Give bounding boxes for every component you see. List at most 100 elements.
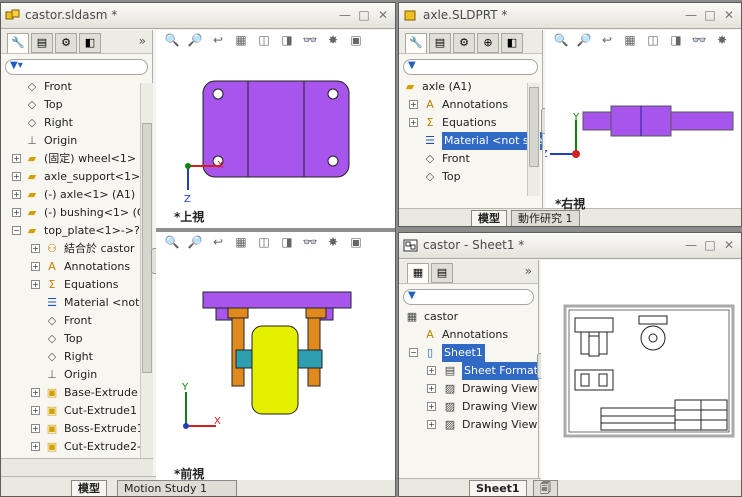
add-sheet-icon[interactable]: 🗐	[533, 480, 558, 496]
configuration-tab[interactable]: ⚙	[453, 33, 475, 53]
tree-item[interactable]: ◇ Right	[1, 114, 152, 132]
tree-item[interactable]: + A Annotations	[1, 258, 152, 276]
display-tab[interactable]: ◧	[79, 33, 101, 53]
sheet-canvas[interactable]	[541, 260, 741, 480]
tree-item[interactable]: + ▣ Base-Extrude	[1, 384, 152, 402]
expand-toggle[interactable]: +	[12, 154, 21, 163]
tree-item[interactable]: + ▣ Boss-Extrude1	[1, 420, 152, 438]
minimize-button[interactable]: —	[337, 7, 353, 23]
horizontal-scrollbar[interactable]	[1, 458, 153, 476]
title-bar[interactable]: castor - Sheet1 * — □ ✕	[399, 233, 741, 259]
maximize-button[interactable]: □	[702, 237, 718, 253]
right-viewport[interactable]: 🔍🔎↩▦◫◨👓✸ Y Z *右視	[545, 30, 741, 211]
tree-item[interactable]: ◇ Front	[1, 78, 152, 96]
tree-item[interactable]: ◇ Top	[1, 330, 152, 348]
maximize-button[interactable]: □	[702, 7, 718, 23]
tree-item[interactable]: ⊥ Origin	[1, 366, 152, 384]
tab-motion-study[interactable]: 動作研究 1	[511, 210, 580, 226]
tree-item[interactable]: + ▰ axle_support<1>	[1, 168, 152, 186]
expand-toggle[interactable]: +	[31, 442, 40, 451]
tree-item[interactable]: + ▣ Cut-Extrude2-	[1, 438, 152, 456]
expand-toggle[interactable]: +	[31, 424, 40, 433]
configuration-tab[interactable]: ⚙	[55, 33, 77, 53]
tree-item-label: 結合於 castor	[64, 242, 135, 255]
chevron-right-icon[interactable]: »	[525, 264, 532, 278]
expand-toggle[interactable]: +	[427, 402, 436, 411]
tree-item[interactable]: + ▨ Drawing View3	[399, 416, 538, 434]
property-tab[interactable]: ▤	[31, 33, 53, 53]
tree-item[interactable]: ◇ Front	[1, 312, 152, 330]
maximize-button[interactable]: □	[356, 7, 372, 23]
feature-tree: ▦ castor A Annotations − ▯ Sheet1 + ▤ Sheet Forma…	[399, 308, 538, 434]
tree-item[interactable]: ◇ Right	[1, 348, 152, 366]
front-viewport[interactable]: 🔍 🔎 ↩ ▦ ◫ ◨ 👓 ✸ ▣ Y X *前視	[156, 232, 395, 481]
feature-tree-tab[interactable]: ▦	[407, 263, 429, 283]
expand-toggle[interactable]: +	[31, 244, 40, 253]
tree-item[interactable]: ◇ Front	[399, 150, 542, 168]
property-tab[interactable]: ▤	[429, 33, 451, 53]
expand-toggle[interactable]: +	[31, 388, 40, 397]
tab-motion-study[interactable]: Motion Study 1	[117, 480, 237, 496]
feature-tree-tab[interactable]: 🔧	[7, 33, 29, 53]
tree-item[interactable]: + ▰ (-) bushing<1> (C	[1, 204, 152, 222]
axle-part-window: axle.SLDPRT * — □ ✕ 🔧 ▤ ⚙ ⊕ ◧ ▼ ▰ axle (A…	[398, 2, 742, 227]
expand-toggle[interactable]: +	[31, 406, 40, 415]
tree-item-label: Drawing View3	[462, 418, 539, 431]
tree-item[interactable]: ☰ Material <not spe	[399, 132, 542, 150]
expand-toggle[interactable]: +	[427, 366, 436, 375]
expand-toggle[interactable]: +	[12, 190, 21, 199]
tree-item[interactable]: + Σ Equations	[1, 276, 152, 294]
close-button[interactable]: ✕	[375, 7, 391, 23]
panel-tabs: ▦ ▤ »	[399, 260, 538, 284]
tree-item[interactable]: ◇ Top	[1, 96, 152, 114]
collapse-toggle[interactable]: −	[409, 348, 418, 357]
minimize-button[interactable]: —	[683, 7, 699, 23]
expand-toggle[interactable]: +	[427, 384, 436, 393]
tab-sheet1[interactable]: Sheet1	[469, 480, 527, 496]
expand-toggle[interactable]: +	[409, 100, 418, 109]
filter-input[interactable]: ▼▾	[5, 59, 148, 75]
expand-toggle[interactable]: +	[12, 208, 21, 217]
tree-item-label: Material <not	[64, 296, 140, 309]
expand-toggle[interactable]: +	[31, 280, 40, 289]
tree-item[interactable]: − ▯ Sheet1	[399, 344, 538, 362]
vertical-scrollbar[interactable]	[527, 83, 540, 196]
tab-model[interactable]: 模型	[471, 210, 507, 226]
tree-item[interactable]: A Annotations	[399, 326, 538, 344]
tree-item[interactable]: + ▣ Cut-Extrude1	[1, 402, 152, 420]
expand-toggle[interactable]: +	[427, 420, 436, 429]
tree-item[interactable]: ▦ castor	[399, 308, 538, 326]
property-tab[interactable]: ▤	[431, 263, 453, 283]
tree-item[interactable]: + ▨ Drawing View1	[399, 380, 538, 398]
tree-item[interactable]: + Σ Equations	[399, 114, 542, 132]
tree-item[interactable]: ▰ axle (A1)	[399, 78, 542, 96]
tab-model[interactable]: 模型	[71, 480, 107, 496]
display-tab[interactable]: ◧	[501, 33, 523, 53]
tree-item[interactable]: ⊥ Origin	[1, 132, 152, 150]
top-viewport[interactable]: 🔍 🔎 ↩ ▦ ◫ ◨ 👓 ✸ ▣ X Z *上視	[156, 30, 395, 228]
expand-toggle[interactable]: +	[12, 172, 21, 181]
tree-item[interactable]: + ⚇ 結合於 castor	[1, 240, 152, 258]
tree-item[interactable]: + ▰ (-) axle<1> (A1)	[1, 186, 152, 204]
tree-item[interactable]: + ▨ Drawing View2	[399, 398, 538, 416]
tree-item[interactable]: ☰ Material <not	[1, 294, 152, 312]
tree-item[interactable]: − ▰ top_plate<1>->?	[1, 222, 152, 240]
close-button[interactable]: ✕	[721, 237, 737, 253]
tree-item[interactable]: ◇ Top	[399, 168, 542, 186]
expand-toggle[interactable]: +	[409, 118, 418, 127]
filter-input[interactable]: ▼	[403, 59, 538, 75]
part-icon: ▰	[27, 224, 37, 237]
title-bar[interactable]: castor.sldasm * — □ ✕	[1, 3, 395, 29]
filter-input[interactable]: ▼	[403, 289, 534, 305]
tree-item[interactable]: + ▰ (固定) wheel<1>	[1, 150, 152, 168]
close-button[interactable]: ✕	[721, 7, 737, 23]
chevron-right-icon[interactable]: »	[139, 34, 146, 48]
expand-toggle[interactable]: +	[31, 262, 40, 271]
title-bar[interactable]: axle.SLDPRT * — □ ✕	[399, 3, 741, 29]
tree-item[interactable]: + A Annotations	[399, 96, 542, 114]
collapse-toggle[interactable]: −	[12, 226, 21, 235]
target-tab[interactable]: ⊕	[477, 33, 499, 53]
feature-tree-tab[interactable]: 🔧	[405, 33, 427, 53]
minimize-button[interactable]: —	[683, 237, 699, 253]
tree-item[interactable]: + ▤ Sheet Format1	[399, 362, 538, 380]
